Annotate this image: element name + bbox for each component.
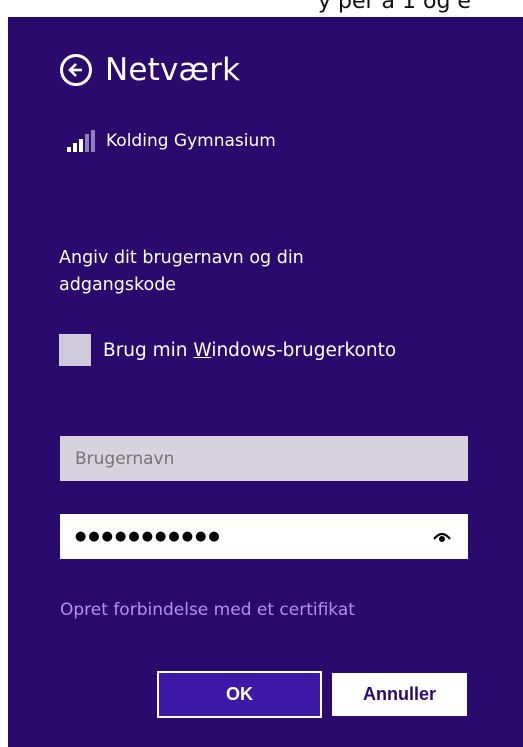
- network-info: Kolding Gymnasium: [67, 130, 276, 152]
- use-windows-account-checkbox[interactable]: Brug min Windows-brugerkonto: [59, 334, 396, 366]
- password-field[interactable]: ●●●●●●●●●●●: [60, 514, 468, 559]
- checkbox-box[interactable]: [59, 334, 91, 366]
- reveal-password-icon[interactable]: [431, 529, 453, 545]
- ok-button[interactable]: OK: [157, 671, 322, 718]
- credentials-prompt: Angiv dit brugernavn og din adgangskode: [59, 248, 304, 295]
- flyout-header: Netværk: [60, 52, 240, 88]
- page-title: Netværk: [105, 52, 241, 88]
- connect-with-certificate-link[interactable]: Opret forbindelse med et certifikat: [60, 600, 355, 620]
- username-field[interactable]: [60, 436, 468, 481]
- back-arrow-circle-icon[interactable]: [60, 54, 92, 86]
- network-credentials-flyout: [8, 17, 523, 747]
- password-masked-value: ●●●●●●●●●●●: [75, 529, 222, 544]
- top-background-strip: y per a 1 og e: [0, 0, 523, 17]
- wifi-signal-icon: [67, 130, 95, 152]
- checkbox-label: Brug min Windows-brugerkonto: [103, 339, 397, 361]
- cancel-button[interactable]: Annuller: [330, 671, 469, 718]
- network-name: Kolding Gymnasium: [106, 131, 276, 151]
- background-text: y per a 1 og e: [318, 0, 471, 14]
